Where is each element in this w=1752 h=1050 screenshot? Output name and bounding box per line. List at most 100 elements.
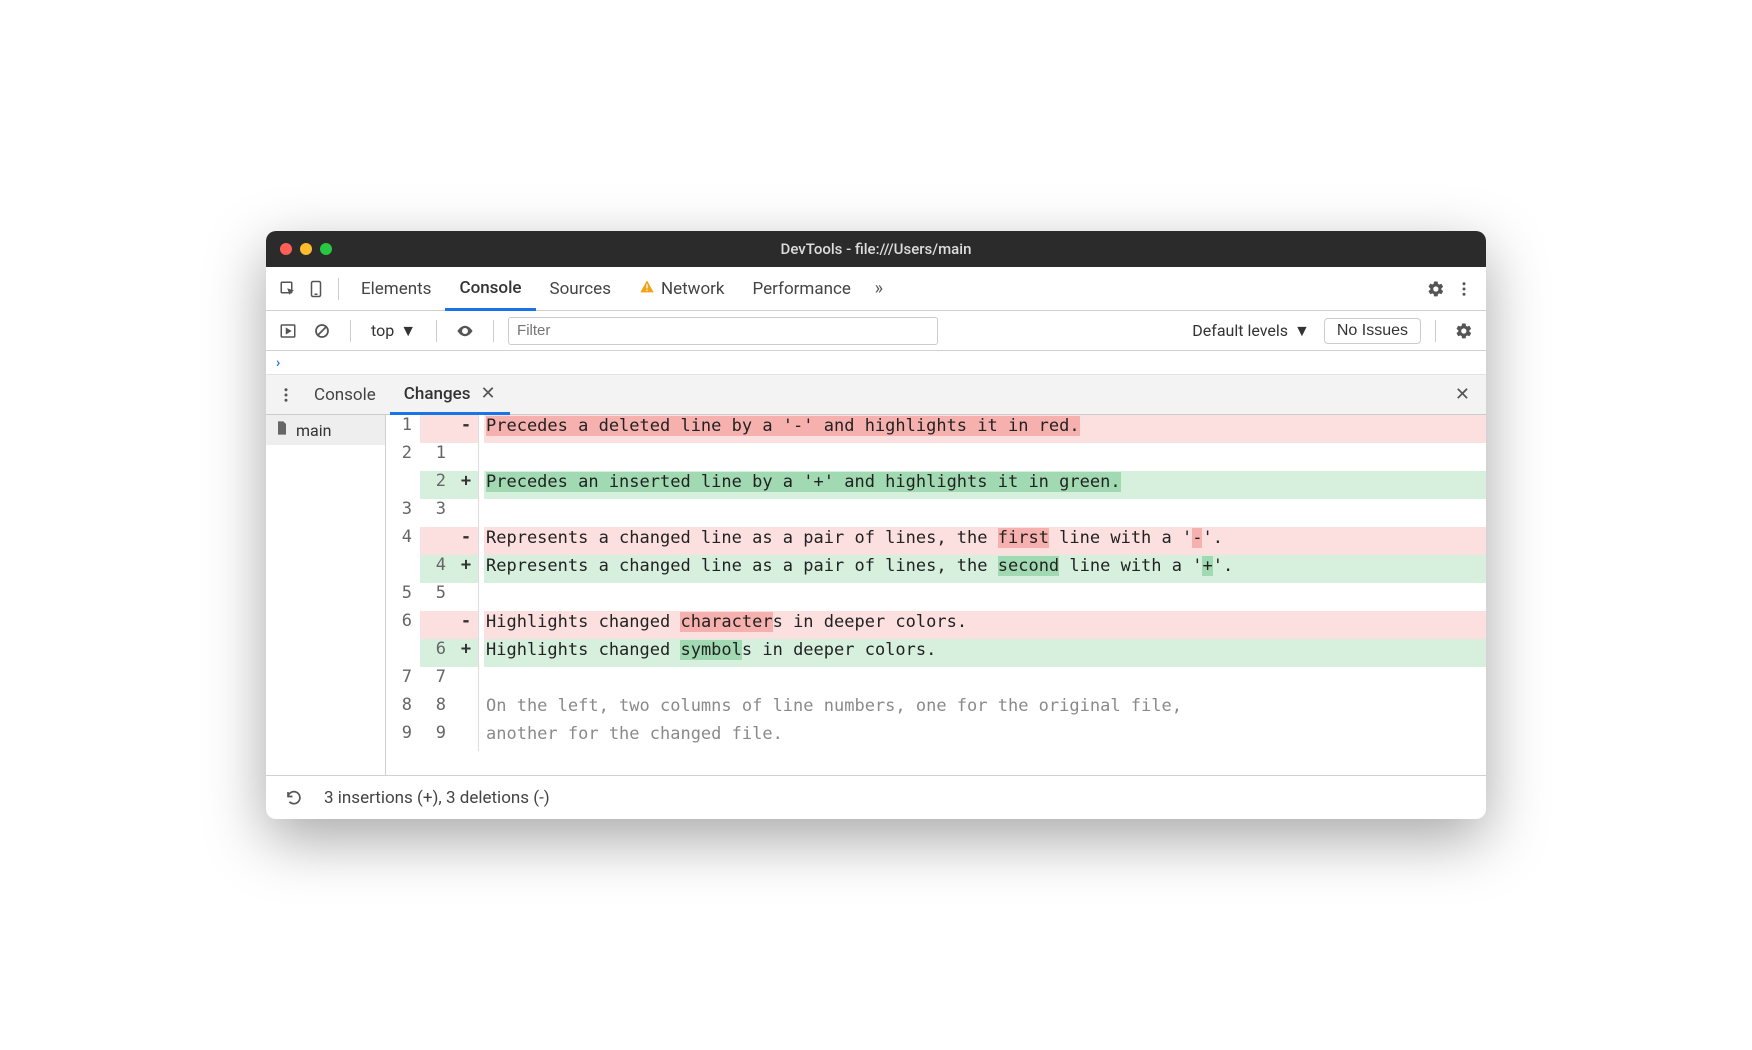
tab-label: Console [314, 385, 376, 405]
diff-line-context: 3 3 [386, 499, 1486, 527]
close-tab-icon[interactable]: ✕ [480, 383, 495, 404]
diff-marker [454, 443, 478, 471]
diff-line-added: 4 + Represents a changed line as a pair … [386, 555, 1486, 583]
divider [350, 320, 351, 342]
console-toolbar: top ▼ Default levels ▼ No Issues [266, 311, 1486, 351]
changes-summary: 3 insertions (+), 3 deletions (-) [324, 788, 550, 808]
diff-marker [454, 695, 478, 723]
diff-marker: + [454, 639, 478, 667]
new-line-number [420, 415, 454, 443]
diff-line-added: 2 + Precedes an inserted line by a '+' a… [386, 471, 1486, 499]
old-line-number: 9 [386, 723, 420, 751]
old-line-number: 6 [386, 611, 420, 639]
old-line-number: 5 [386, 583, 420, 611]
close-drawer-icon[interactable]: ✕ [1455, 384, 1470, 405]
divider [338, 278, 339, 300]
main-tab-bar: Elements Console Sources Network Perform… [266, 267, 1486, 311]
diff-line-deleted: 6 - Highlights changed characters in dee… [386, 611, 1486, 639]
new-line-number: 1 [420, 443, 454, 471]
new-line-number: 4 [420, 555, 454, 583]
old-line-number: 3 [386, 499, 420, 527]
settings-gear-icon[interactable] [1422, 275, 1450, 303]
old-line-number: 4 [386, 527, 420, 555]
diff-marker [454, 723, 478, 751]
diff-marker: + [454, 471, 478, 499]
new-line-number: 3 [420, 499, 454, 527]
changes-body: main 1 - Precedes a deleted line by a '-… [266, 415, 1486, 775]
diff-marker [454, 667, 478, 695]
tab-label: Sources [550, 279, 611, 299]
diff-line-deleted: 1 - Precedes a deleted line by a '-' and… [386, 415, 1486, 443]
diff-line-context: 7 7 [386, 667, 1486, 695]
tab-label: Network [661, 279, 725, 299]
new-line-number: 6 [420, 639, 454, 667]
drawer-tab-console[interactable]: Console [300, 375, 390, 414]
diff-code: another for the changed file. [484, 723, 1486, 751]
old-line-number: 7 [386, 667, 420, 695]
window-title: DevTools - file:///Users/main [266, 240, 1486, 258]
prompt-caret-icon: › [276, 355, 280, 371]
status-bar: 3 insertions (+), 3 deletions (-) [266, 775, 1486, 819]
issues-label: No Issues [1337, 322, 1408, 339]
diff-line-deleted: 4 - Represents a changed line as a pair … [386, 527, 1486, 555]
issues-button[interactable]: No Issues [1324, 318, 1421, 344]
drawer-kebab-menu-icon[interactable] [272, 381, 300, 409]
new-line-number: 9 [420, 723, 454, 751]
tab-console[interactable]: Console [445, 268, 535, 311]
diff-viewer: 1 - Precedes a deleted line by a '-' and… [386, 415, 1486, 775]
device-toolbar-icon[interactable] [302, 275, 330, 303]
tab-performance[interactable]: Performance [739, 267, 865, 310]
tab-label: Elements [361, 279, 431, 299]
file-name: main [296, 421, 331, 440]
diff-marker: + [454, 555, 478, 583]
file-tree: main [266, 415, 386, 775]
drawer-tab-changes[interactable]: Changes ✕ [390, 376, 510, 415]
diff-code [484, 499, 1486, 527]
diff-line-context: 5 5 [386, 583, 1486, 611]
diff-code: Represents a changed line as a pair of l… [484, 555, 1486, 583]
tab-label: Changes [404, 384, 471, 404]
devtools-window: DevTools - file:///Users/main Elements C… [266, 231, 1486, 819]
tab-sources[interactable]: Sources [536, 267, 625, 310]
toggle-sidebar-icon[interactable] [274, 317, 302, 345]
console-settings-gear-icon[interactable] [1450, 317, 1478, 345]
diff-line-context: 8 8 On the left, two columns of line num… [386, 695, 1486, 723]
diff-code [484, 667, 1486, 695]
diff-marker [454, 583, 478, 611]
diff-code [484, 443, 1486, 471]
file-item-main[interactable]: main [266, 415, 385, 445]
diff-line-context: 2 1 [386, 443, 1486, 471]
divider [436, 320, 437, 342]
revert-icon[interactable] [280, 784, 308, 812]
diff-code [484, 583, 1486, 611]
console-prompt-row[interactable]: › [266, 351, 1486, 375]
levels-label: Default levels [1192, 321, 1288, 340]
diff-code: On the left, two columns of line numbers… [484, 695, 1486, 723]
tab-network[interactable]: Network [625, 267, 739, 310]
new-line-number: 5 [420, 583, 454, 611]
warning-icon [639, 279, 655, 299]
more-tabs-chevron-icon[interactable]: » [865, 275, 893, 303]
inspect-element-icon[interactable] [274, 275, 302, 303]
log-levels-selector[interactable]: Default levels ▼ [1184, 319, 1318, 343]
old-line-number: 2 [386, 443, 420, 471]
new-line-number: 7 [420, 667, 454, 695]
tab-elements[interactable]: Elements [347, 267, 445, 310]
diff-line-context: 9 9 another for the changed file. [386, 723, 1486, 751]
old-line-number [386, 555, 420, 583]
filter-input[interactable] [508, 317, 938, 345]
diff-marker: - [454, 415, 478, 443]
old-line-number: 1 [386, 415, 420, 443]
diff-code: Represents a changed line as a pair of l… [484, 527, 1486, 555]
context-selector[interactable]: top ▼ [365, 319, 422, 343]
tab-label: Console [459, 278, 521, 298]
chevron-down-icon: ▼ [400, 321, 416, 341]
kebab-menu-icon[interactable] [1450, 275, 1478, 303]
file-icon [274, 419, 290, 441]
divider [493, 320, 494, 342]
new-line-number [420, 527, 454, 555]
new-line-number: 8 [420, 695, 454, 723]
live-expression-eye-icon[interactable] [451, 317, 479, 345]
clear-console-icon[interactable] [308, 317, 336, 345]
diff-marker: - [454, 611, 478, 639]
